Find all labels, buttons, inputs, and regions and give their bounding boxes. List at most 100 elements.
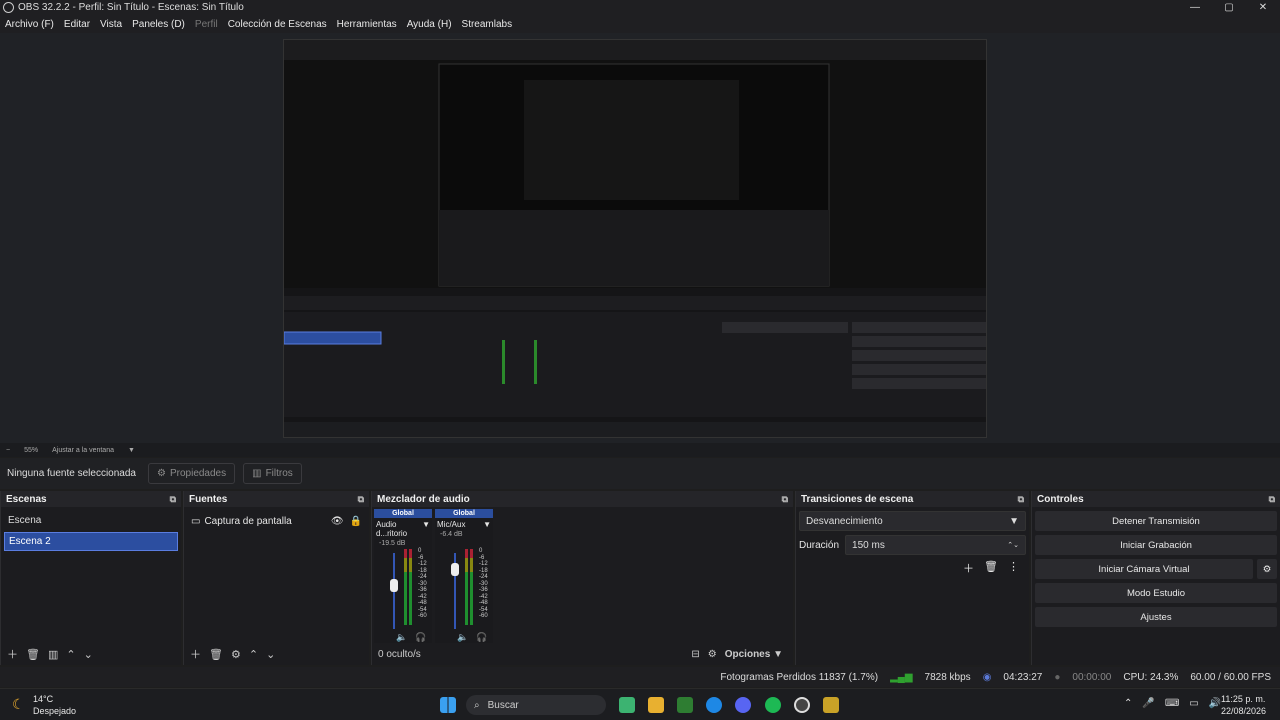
trash-icon[interactable]: 🗑 [984,560,998,576]
filter-icon[interactable]: ▥ [48,648,58,661]
arrow-up-icon[interactable]: ⌃ [66,648,75,661]
trash-icon[interactable]: 🗑 [209,648,223,661]
menu-archivo[interactable]: Archivo (F) [0,19,59,30]
scene-item[interactable]: Escena [4,511,178,530]
menu-vista[interactable]: Vista [95,19,127,30]
folder-icon[interactable] [648,697,664,713]
maximize-button[interactable]: ▢ [1212,2,1246,13]
menu-herramientas[interactable]: Herramientas [332,19,402,30]
no-source-label: Ninguna fuente seleccionada [7,468,136,479]
gear-icon: ⚙ [157,468,166,479]
volume-slider-handle[interactable] [451,563,459,576]
studio-mode-button[interactable]: Modo Estudio [1035,583,1277,603]
arrow-down-icon[interactable]: ⌄ [266,648,275,661]
lock-icon[interactable]: 🔒 [350,516,362,527]
chevron-up-icon[interactable]: ⌃ [1124,698,1132,709]
menu-coleccion[interactable]: Colección de Escenas [223,19,332,30]
zoom-fit[interactable]: Ajustar a la ventana [52,447,114,454]
undock-icon[interactable]: ⧉ [1269,494,1275,505]
undock-icon[interactable]: ⧉ [1018,494,1024,505]
options-label: Opciones [724,648,771,660]
options-button[interactable]: Opciones ▼ [725,649,783,660]
source-item[interactable]: ▭ Captura de pantalla 👁 🔒 [187,511,366,531]
stop-streaming-button[interactable]: Detener Transmisión [1035,511,1277,531]
settings-button[interactable]: Ajustes [1035,607,1277,627]
undock-icon[interactable]: ⧉ [782,494,788,505]
start-recording-button[interactable]: Iniciar Grabación [1035,535,1277,555]
properties-button[interactable]: ⚙ Propiedades [148,463,236,484]
headphones-icon[interactable]: 🎧 [476,632,487,643]
menu-perfil[interactable]: Perfil [190,19,223,30]
level-meter [409,549,412,625]
volume-icon[interactable]: 🔊 [1209,698,1221,709]
speaker-icon[interactable]: 🔈 [396,632,407,643]
menu-paneles[interactable]: Paneles (D) [127,19,190,30]
network-icon[interactable]: ▭ [1189,698,1198,709]
app-icon[interactable] [619,697,635,713]
speaker-icon[interactable]: 🔈 [457,632,468,643]
scene-item-selected[interactable]: Escena 2 [4,532,178,551]
add-icon[interactable]: ＋ [963,560,974,576]
status-bar: Fotogramas Perdidos 11837 (1.7%) ▂▄▆ 782… [0,667,1280,687]
spotify-icon[interactable] [765,697,781,713]
zoom-bar: − 55% Ajustar a la ventana ▼ [0,443,1280,457]
menu-streamlabs[interactable]: Streamlabs [457,19,518,30]
keyboard-icon[interactable]: ⌨ [1165,698,1179,709]
transition-value: Desvanecimiento [806,515,883,527]
chevron-down-icon[interactable]: ▼ [128,447,135,454]
window-title: OBS 32.2.2 - Perfil: Sin Título - Escena… [18,2,244,13]
close-button[interactable]: ✕ [1246,2,1280,13]
trash-icon[interactable]: 🗑 [26,648,40,661]
gear-icon[interactable]: ⚙ [231,648,241,661]
duration-input[interactable]: 150 ms ⌃⌄ [845,535,1026,555]
add-icon[interactable]: ＋ [7,646,18,662]
obs-icon[interactable] [794,697,810,713]
arrow-up-icon[interactable]: ⌃ [249,648,258,661]
channel-scope: Global [374,509,432,518]
edge-icon[interactable] [706,697,722,713]
excel-icon[interactable] [677,697,693,713]
app-icon[interactable] [823,697,839,713]
eye-icon[interactable]: 👁 [331,516,344,527]
advanced-audio-icon[interactable]: ⚙ [708,649,717,660]
chevron-down-icon[interactable]: ▼ [483,520,491,529]
chevron-down-icon: ▼ [1009,515,1019,527]
mic-icon[interactable]: 🎤 [1142,698,1154,709]
filters-button[interactable]: ▥ Filtros [243,463,302,484]
mixer-toolbar: 0 oculto/s ⊟ ⚙ Opciones ▼ [372,643,793,665]
menu-bar: Archivo (F) Editar Vista Paneles (D) Per… [0,15,1280,33]
stepper-icon[interactable]: ⌃⌄ [1007,541,1019,549]
dropped-frames: Fotogramas Perdidos 11837 (1.7%) [720,671,879,683]
signal-icon: ▂▄▆ [890,671,913,683]
minimize-button[interactable]: — [1178,2,1212,13]
add-icon[interactable]: ＋ [190,646,201,662]
menu-editar[interactable]: Editar [59,19,95,30]
volume-slider-handle[interactable] [390,579,398,592]
undock-icon[interactable]: ⧉ [358,494,364,505]
clock-time[interactable]: 11:25 p. m. [1221,694,1265,704]
headphones-icon[interactable]: 🎧 [415,632,426,643]
arrow-down-icon[interactable]: ⌄ [84,648,93,661]
record-time: 00:00:00 [1072,671,1112,683]
virtual-camera-button[interactable]: Iniciar Cámara Virtual [1035,559,1253,579]
taskbar-search[interactable]: ⌕ Buscar [466,695,606,715]
obs-logo-icon [3,2,14,13]
more-icon[interactable]: ⋮ [1008,560,1019,576]
clock-date[interactable]: 22/08/2026 [1221,706,1266,716]
chevron-down-icon[interactable]: ▼ [422,520,430,538]
transition-select[interactable]: Desvanecimiento ▼ [799,511,1026,531]
zoom-level[interactable]: 55% [24,447,38,454]
gear-icon[interactable]: ⚙ [1257,559,1277,579]
filters-label: Filtros [265,468,293,479]
source-label: Captura de pantalla [204,515,292,527]
fps: 60.00 / 60.00 FPS [1190,671,1271,683]
start-icon[interactable] [440,697,456,713]
discord-icon[interactable] [735,697,751,713]
db-scale: 0 -6 -12 -18 -24 -30 -36 -42 -48 -54 -60 [479,548,488,619]
db-scale: 0 -6 -12 -18 -24 -30 -36 -42 -48 -54 -60 [418,548,427,619]
menu-ayuda[interactable]: Ayuda (H) [402,19,457,30]
undock-icon[interactable]: ⧉ [170,494,176,505]
zoom-out-icon[interactable]: − [6,447,10,454]
mixer-channel-desktop: Global Audio d...ritorio ▼ -19.5 dB 0 -6 -1… [374,509,432,643]
layout-icon[interactable]: ⊟ [691,649,699,660]
